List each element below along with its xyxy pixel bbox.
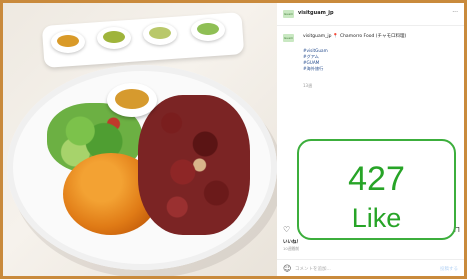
more-dots-icon[interactable]: ··· bbox=[452, 9, 458, 16]
caption-avatar[interactable]: Guam bbox=[283, 34, 294, 42]
hashtag[interactable]: #海外旅行 bbox=[303, 66, 328, 72]
comment-input[interactable]: コメントを追加... bbox=[295, 266, 331, 272]
post-button[interactable]: 投稿する bbox=[440, 266, 458, 272]
post-date: 10週間前 bbox=[283, 246, 300, 251]
sauce-cup-4 bbox=[191, 19, 225, 41]
grilled-meat bbox=[138, 95, 250, 235]
time-ago: 13週 bbox=[303, 83, 313, 88]
sauce-cup-2 bbox=[97, 27, 131, 49]
like-count: 427 bbox=[348, 160, 405, 198]
like-count-overlay: 427 Like bbox=[297, 139, 456, 240]
sauce-cup-3 bbox=[143, 23, 177, 45]
sauce-bowl bbox=[107, 83, 157, 117]
likes-text[interactable]: いいね！ bbox=[283, 239, 301, 245]
emoji-icon[interactable]: ☺ bbox=[283, 264, 291, 273]
food-photo bbox=[3, 3, 277, 276]
caption-text: visitguam_jp 📍 Chamorro Food (チャモロ料理) bbox=[303, 34, 407, 39]
post-header: Guam visitguam_jp ··· bbox=[277, 3, 464, 26]
comment-bar: ☺ コメントを追加... 投稿する bbox=[277, 259, 464, 277]
sauce-cup-1 bbox=[51, 31, 85, 53]
username[interactable]: visitguam_jp bbox=[298, 10, 334, 16]
like-label: Like bbox=[351, 203, 402, 233]
hashtag-list: #visitGuam #グアム #GUAM #海外旅行 bbox=[303, 48, 328, 72]
heart-icon[interactable]: ♡ bbox=[283, 225, 290, 234]
avatar[interactable]: Guam bbox=[283, 10, 294, 18]
